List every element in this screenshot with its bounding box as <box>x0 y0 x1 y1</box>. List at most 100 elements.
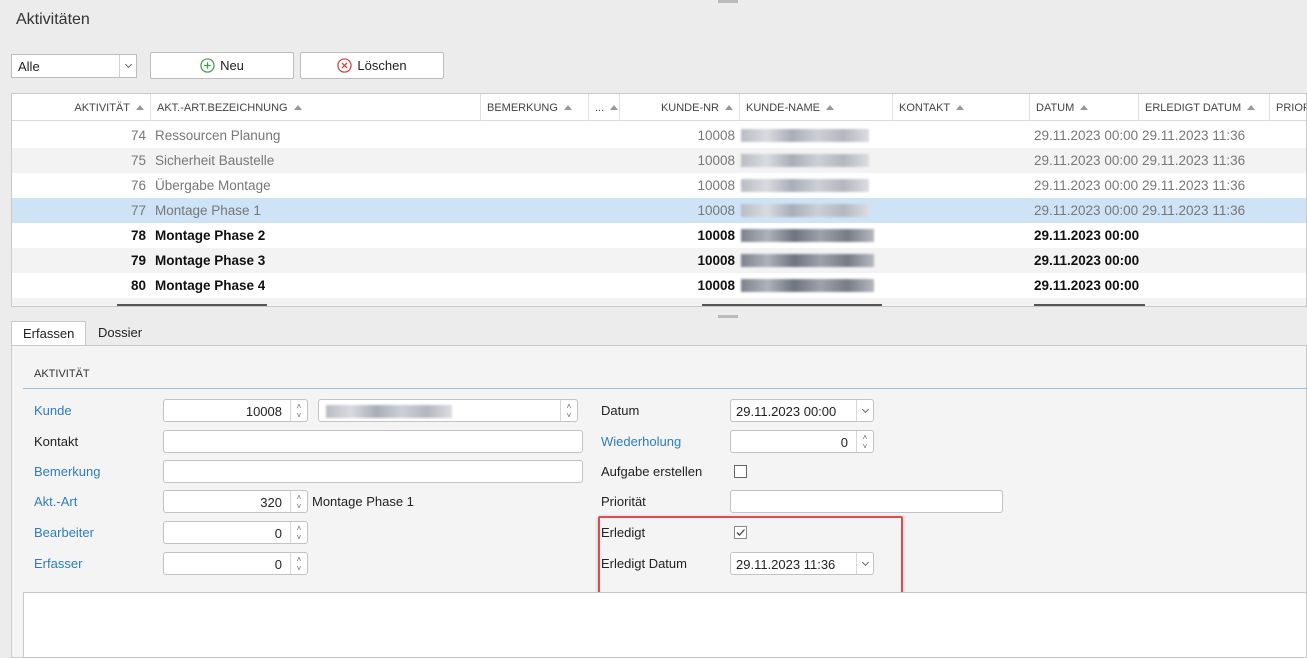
delete-button[interactable]: Löschen <box>300 52 444 79</box>
bemerkung-input[interactable] <box>163 460 583 483</box>
cell-erledigt-datum: 29.11.2023 11:36 <box>1142 153 1246 168</box>
spinner-icon[interactable]: ˄ ˅ <box>290 553 307 574</box>
datum-value: 29.11.2023 00:00 <box>736 404 837 419</box>
highlight-box <box>598 516 903 595</box>
cell-aktivitaet: 80 <box>130 278 146 293</box>
chevron-down-icon[interactable] <box>856 400 873 421</box>
chevron-down-icon[interactable] <box>119 55 136 77</box>
cell-aktivitaet: 79 <box>130 253 146 268</box>
redacted-customer-name <box>741 179 869 192</box>
cell-bezeichnung: Montage Phase 2 <box>155 228 266 243</box>
datum-picker[interactable]: 29.11.2023 00:00 <box>730 399 874 422</box>
spinner-icon[interactable]: ˄ ˅ <box>290 491 307 512</box>
wiederholung-label[interactable]: Wiederholung <box>601 434 681 449</box>
table-row-partial[interactable] <box>12 298 1306 306</box>
col-header-aktivitaet[interactable]: AKTIVITÄT <box>12 94 151 121</box>
kunde-nr-value: 10008 <box>245 404 282 419</box>
sort-icon <box>610 105 619 110</box>
col-header-label: ERLEDIGT DATUM <box>1145 101 1242 114</box>
erfasser-value: 0 <box>274 557 282 572</box>
wiederholung-input[interactable]: 0 ˄ ˅ <box>730 430 874 453</box>
cell-erledigt-datum: 29.11.2023 11:36 <box>1142 128 1246 143</box>
x-circle-icon <box>337 58 353 73</box>
splitter-handle-top[interactable] <box>718 0 738 3</box>
table-row-selected[interactable]: 77 Montage Phase 1 10008 29.11.2023 00:0… <box>12 198 1306 223</box>
redacted-customer-name <box>741 129 869 142</box>
col-header-label: KONTAKT <box>899 101 951 114</box>
erfasser-label[interactable]: Erfasser <box>34 556 82 571</box>
col-header-label: KUNDE-NR <box>660 101 719 114</box>
redacted-customer-name <box>741 279 874 292</box>
kunde-label[interactable]: Kunde <box>34 403 72 418</box>
kontakt-input[interactable] <box>163 430 583 453</box>
redacted-customer-name <box>326 405 452 418</box>
cell-kunde-nr: 10008 <box>697 278 735 293</box>
aktart-input[interactable]: 320 ˄ ˅ <box>163 490 308 513</box>
redacted-customer-name <box>741 204 869 217</box>
col-header-bemerkung[interactable]: BEMERKUNG <box>481 94 589 121</box>
activities-grid[interactable]: AKTIVITÄT AKT.-ART.BEZEICHNUNG BEMERKUNG… <box>11 93 1307 307</box>
col-header-label: KUNDE-NAME <box>746 101 820 114</box>
cell-bezeichnung: Montage Phase 4 <box>155 278 266 293</box>
table-row[interactable]: 76 Übergabe Montage 10008 29.11.2023 00:… <box>12 173 1306 198</box>
aufgabe-checkbox[interactable] <box>734 465 747 478</box>
cell-datum: 29.11.2023 00:00 <box>1034 153 1139 168</box>
new-button[interactable]: Neu <box>150 52 294 79</box>
bearbeiter-input[interactable]: 0 ˄ ˅ <box>163 521 308 544</box>
sort-icon <box>293 105 302 110</box>
cell-datum: 29.11.2023 00:00 <box>1034 178 1139 193</box>
table-row[interactable]: 75 Sicherheit Baustelle 10008 29.11.2023… <box>12 148 1306 173</box>
col-header-erledigt-datum[interactable]: ERLEDIGT DATUM <box>1139 94 1270 121</box>
cell-datum: 29.11.2023 00:00 <box>1034 253 1140 268</box>
tab-erfassen[interactable]: Erfassen <box>11 321 87 346</box>
redacted-customer-name <box>741 254 874 267</box>
cell-kunde-nr: 10008 <box>697 253 735 268</box>
spinner-icon[interactable]: ˄ ˅ <box>560 400 577 421</box>
col-header-kunde-nr[interactable]: KUNDE-NR <box>620 94 740 121</box>
spinner-icon[interactable]: ˄ ˅ <box>290 400 307 421</box>
cell-erledigt-datum: 29.11.2023 11:36 <box>1142 203 1246 218</box>
prioritaet-input[interactable] <box>730 490 1003 513</box>
cell-datum: 29.11.2023 00:00 <box>1034 203 1139 218</box>
table-row[interactable]: 74 Ressourcen Planung 10008 29.11.2023 0… <box>12 123 1306 148</box>
filter-select[interactable]: Alle <box>11 54 137 78</box>
group-title: AKTIVITÄT <box>34 368 90 380</box>
plus-circle-icon <box>200 58 215 73</box>
cell-aktivitaet: 74 <box>130 128 146 143</box>
table-row[interactable]: 80 Montage Phase 4 10008 29.11.2023 00:0… <box>12 273 1306 298</box>
col-header-kunde-name[interactable]: KUNDE-NAME <box>740 94 893 121</box>
table-row[interactable]: 78 Montage Phase 2 10008 29.11.2023 00:0… <box>12 223 1306 248</box>
col-header-bezeichnung[interactable]: AKT.-ART.BEZEICHNUNG <box>151 94 481 121</box>
erfasser-input[interactable]: 0 ˄ ˅ <box>163 552 308 575</box>
prioritaet-label: Priorität <box>601 494 646 509</box>
col-header-more[interactable]: ... <box>589 94 620 121</box>
col-header-prioritaet[interactable]: PRIOR <box>1270 94 1306 121</box>
cell-kunde-nr: 10008 <box>697 228 735 243</box>
col-header-label: DATUM <box>1036 101 1075 114</box>
redacted-customer-name <box>741 229 874 242</box>
notes-area[interactable] <box>23 592 1307 658</box>
table-row[interactable]: 79 Montage Phase 3 10008 29.11.2023 00:0… <box>12 248 1306 273</box>
kunde-nr-input[interactable]: 10008 ˄ ˅ <box>163 399 308 422</box>
spinner-icon[interactable]: ˄ ˅ <box>290 522 307 543</box>
cell-kunde-nr: 10008 <box>697 153 735 168</box>
new-button-label: Neu <box>220 58 244 73</box>
cell-kunde-nr: 10008 <box>697 128 735 143</box>
redacted-customer-name <box>741 154 869 167</box>
cell-bezeichnung: Montage Phase 1 <box>155 203 261 218</box>
kontakt-label: Kontakt <box>34 434 79 449</box>
splitter-handle-middle[interactable] <box>718 315 738 318</box>
spinner-icon[interactable]: ˄ ˅ <box>856 431 873 452</box>
kunde-name-select[interactable]: ˄ ˅ <box>318 399 578 422</box>
tab-dossier[interactable]: Dossier <box>87 321 153 346</box>
cell-datum: 29.11.2023 00:00 <box>1034 228 1140 243</box>
aktart-value: 320 <box>260 495 282 510</box>
col-header-datum[interactable]: DATUM <box>1030 94 1139 121</box>
col-header-kontakt[interactable]: KONTAKT <box>893 94 1030 121</box>
bemerkung-label[interactable]: Bemerkung <box>34 464 100 479</box>
aktart-label[interactable]: Akt.-Art <box>34 494 77 509</box>
cell-datum: 29.11.2023 00:00 <box>1034 128 1139 143</box>
bearbeiter-label[interactable]: Bearbeiter <box>34 525 94 540</box>
cell-kunde-nr: 10008 <box>697 178 735 193</box>
sort-icon <box>956 105 965 110</box>
